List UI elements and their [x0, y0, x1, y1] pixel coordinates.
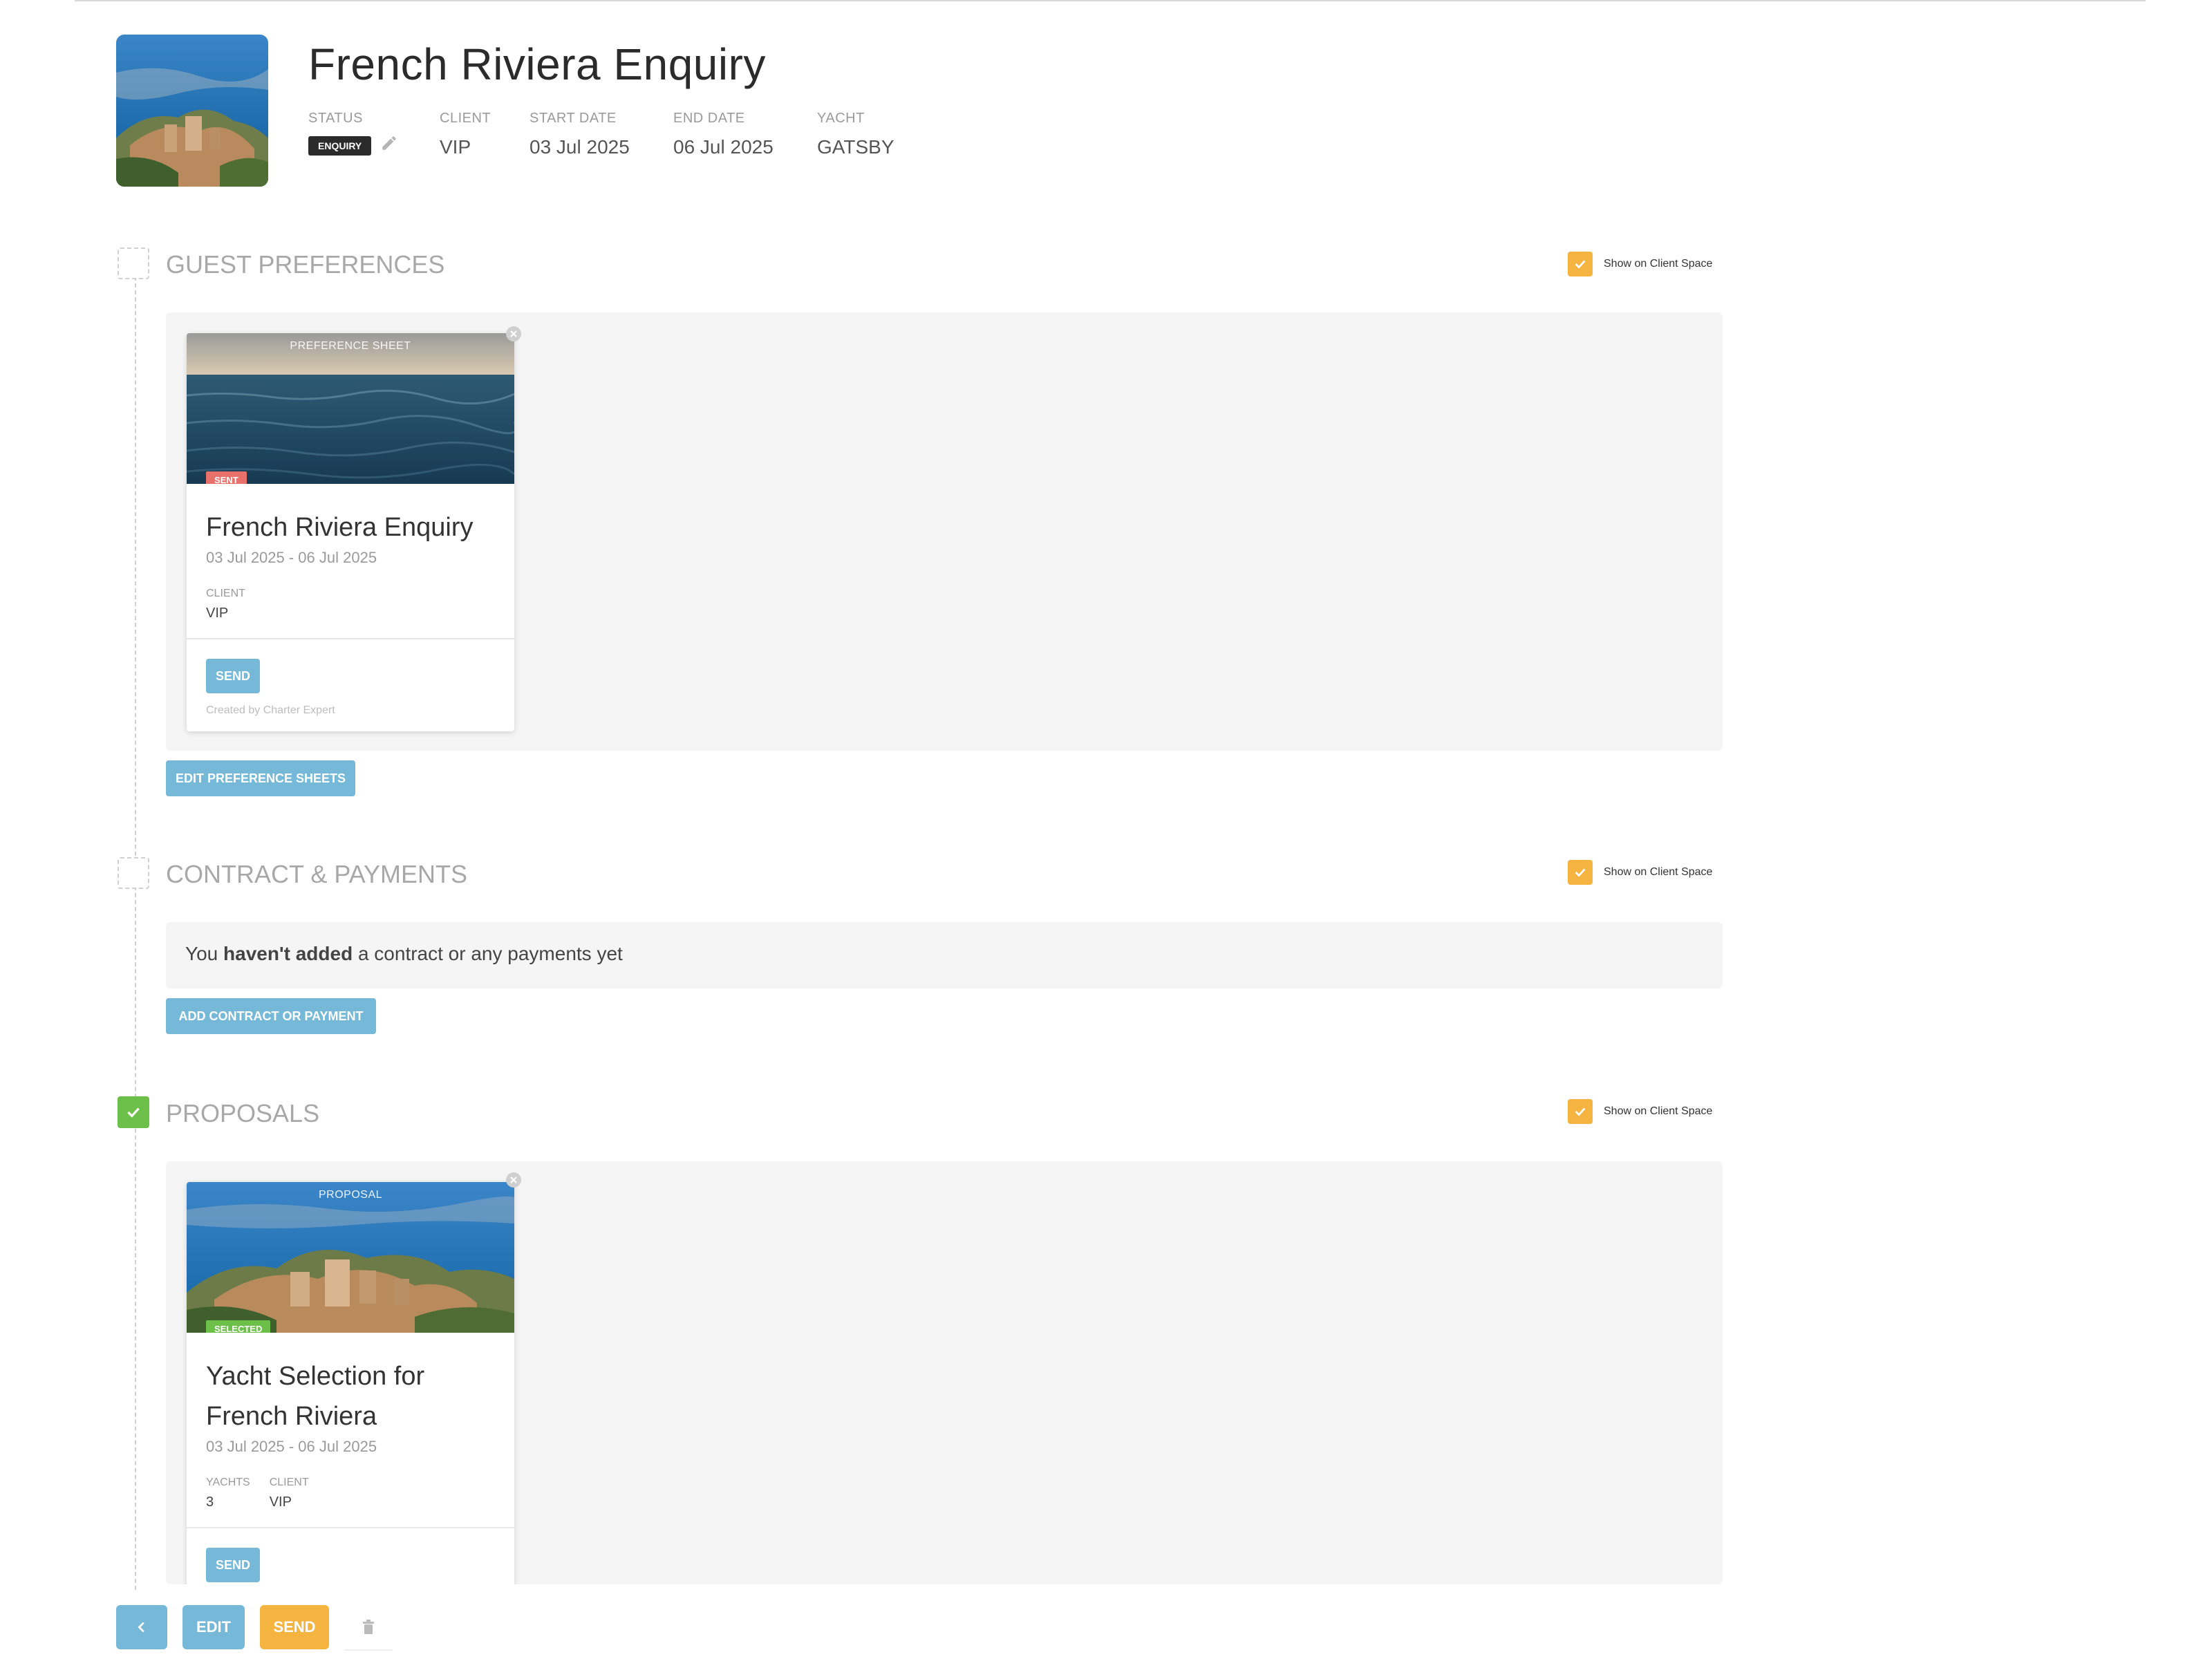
contract-empty-panel: You haven't added a contract or any paym… — [166, 922, 1723, 988]
card-client-block: CLIENT VIP — [206, 588, 495, 621]
check-icon — [127, 1107, 140, 1118]
chevron-left-icon — [138, 1622, 144, 1633]
proposals-panel: PROPOSAL SELECTED Yacht Selection for Fr… — [166, 1161, 1723, 1584]
client-label: CLIENT — [440, 111, 491, 126]
msg-prefix: You — [185, 943, 224, 964]
start-date-field: START DATE 03 Jul 2025 — [529, 111, 630, 158]
contract-empty-message: You haven't added a contract or any paym… — [185, 943, 623, 965]
contract-step-checkbox[interactable] — [118, 857, 149, 889]
end-date-value: 06 Jul 2025 — [673, 136, 774, 158]
trash-icon — [363, 1620, 374, 1634]
card-dates: 03 Jul 2025 - 06 Jul 2025 — [206, 549, 377, 566]
card-title-line1: Yacht Selection for — [206, 1362, 425, 1391]
edit-button[interactable]: EDIT — [182, 1605, 245, 1649]
card-yachts-label: YACHTS — [206, 1477, 250, 1488]
send-button[interactable]: SEND — [260, 1605, 329, 1649]
show-on-client-label: Show on Client Space — [1604, 1105, 1713, 1117]
yacht-value: GATSBY — [817, 136, 894, 158]
top-divider — [75, 0, 2146, 1]
client-field: CLIENT VIP — [440, 111, 491, 158]
back-button[interactable] — [116, 1605, 167, 1649]
preference-sheet-body: French Riviera Enquiry 03 Jul 2025 - 06 … — [187, 484, 514, 717]
page-title: French Riviera Enquiry — [308, 39, 766, 89]
checkbox-checked-icon[interactable] — [1568, 1099, 1593, 1124]
checkbox-checked-icon[interactable] — [1568, 860, 1593, 885]
card-type-label: PROPOSAL — [318, 1189, 383, 1201]
guest-preferences-title: GUEST PREFERENCES — [166, 250, 445, 279]
card-client-label: CLIENT — [269, 1477, 309, 1488]
card-type-label: PREFERENCE SHEET — [290, 340, 411, 352]
checkbox-checked-icon[interactable] — [1568, 252, 1593, 276]
proposal-card[interactable]: PROPOSAL SELECTED Yacht Selection for Fr… — [187, 1182, 514, 1584]
card-title: French Riviera Enquiry — [206, 513, 474, 542]
proposals-show-on-client-toggle[interactable]: Show on Client Space — [1568, 1099, 1712, 1124]
proposals-title: PROPOSALS — [166, 1099, 320, 1127]
card-title-line2: French Riviera — [206, 1402, 377, 1431]
card-client-label: CLIENT — [206, 588, 245, 599]
add-contract-or-payment-button[interactable]: ADD CONTRACT OR PAYMENT — [166, 998, 376, 1034]
msg-bold: haven't added — [223, 943, 353, 964]
card-client-value: VIP — [206, 606, 229, 621]
send-preference-sheet-button[interactable]: SEND — [206, 659, 260, 693]
card-meta-row: YACHTS 3 CLIENT VIP — [206, 1477, 495, 1510]
proposal-image: PROPOSAL SELECTED — [187, 1182, 514, 1333]
remove-card-close-icon[interactable] — [506, 326, 521, 341]
delete-button[interactable] — [344, 1605, 393, 1651]
edit-status-pencil-icon[interactable] — [380, 134, 398, 156]
card-yachts-block: YACHTS 3 — [206, 1477, 250, 1510]
guest-preferences-panel: PREFERENCE SHEET SENT French Riviera Enq… — [166, 312, 1723, 751]
edit-preference-sheets-button[interactable]: EDIT PREFERENCE SHEETS — [166, 760, 355, 796]
preference-sheet-card[interactable]: PREFERENCE SHEET SENT French Riviera Enq… — [187, 333, 514, 731]
card-dates: 03 Jul 2025 - 06 Jul 2025 — [206, 1438, 377, 1455]
guest-show-on-client-toggle[interactable]: Show on Client Space — [1568, 252, 1712, 276]
start-date-label: START DATE — [529, 111, 617, 126]
status-badge: ENQUIRY — [308, 136, 372, 156]
card-divider — [187, 1527, 514, 1528]
show-on-client-label: Show on Client Space — [1604, 258, 1713, 270]
card-created-by: Created by Charter Expert — [206, 704, 335, 716]
status-field: STATUS ENQUIRY — [308, 111, 398, 156]
yacht-field: YACHT GATSBY — [817, 111, 894, 158]
card-client-value: VIP — [269, 1494, 292, 1510]
show-on-client-label: Show on Client Space — [1604, 866, 1713, 878]
client-value: VIP — [440, 136, 471, 158]
yacht-label: YACHT — [817, 111, 865, 126]
card-client-block: CLIENT VIP — [270, 1477, 309, 1510]
preference-sheet-image: PREFERENCE SHEET SENT — [187, 333, 514, 484]
contract-show-on-client-toggle[interactable]: Show on Client Space — [1568, 860, 1712, 885]
timeline-connector — [135, 276, 136, 1590]
start-date-value: 03 Jul 2025 — [529, 136, 630, 158]
card-divider — [187, 638, 514, 639]
proposal-body: Yacht Selection for French Riviera 03 Ju… — [187, 1333, 514, 1582]
end-date-field: END DATE 06 Jul 2025 — [673, 111, 774, 158]
sent-tag: SENT — [206, 471, 247, 484]
status-label: STATUS — [308, 111, 363, 126]
send-proposal-button[interactable]: SEND — [206, 1548, 260, 1582]
card-yachts-value: 3 — [206, 1494, 214, 1510]
contract-payments-title: CONTRACT & PAYMENTS — [166, 860, 468, 888]
selected-tag: SELECTED — [206, 1320, 271, 1333]
proposals-step-done-checkbox[interactable] — [118, 1096, 149, 1128]
end-date-label: END DATE — [673, 111, 745, 126]
remove-card-close-icon[interactable] — [506, 1172, 521, 1188]
enquiry-hero-image — [116, 35, 268, 187]
msg-suffix: a contract or any payments yet — [353, 943, 623, 964]
guest-preferences-step-checkbox[interactable] — [118, 247, 149, 279]
